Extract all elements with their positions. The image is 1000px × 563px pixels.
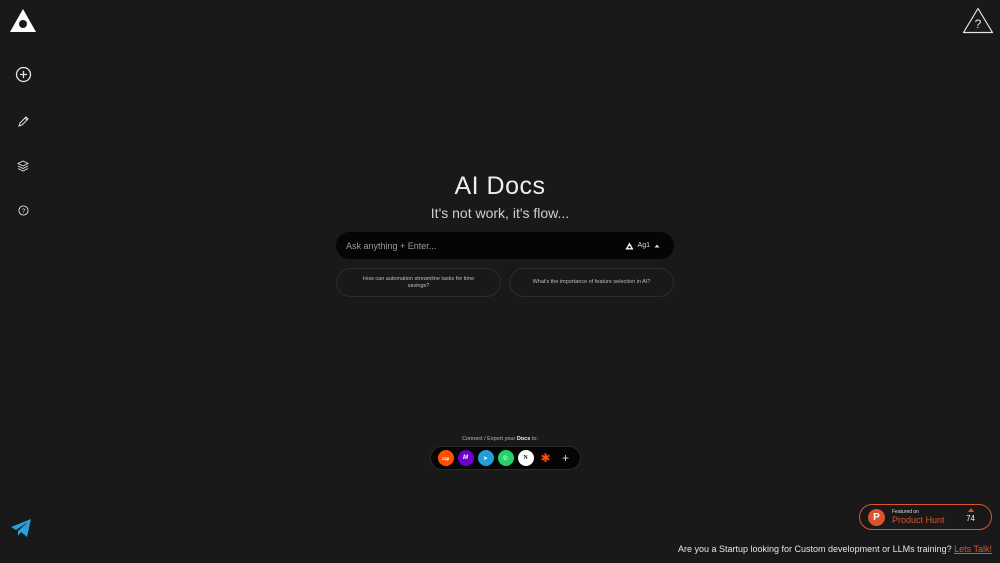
caret-up-icon: [654, 244, 660, 247]
make-glyph: M: [463, 455, 468, 461]
producthunt-badge[interactable]: P Featured on Product Hunt 74: [859, 504, 992, 530]
suggestion-text: What's the importance of feature selecti…: [532, 279, 651, 285]
connect-label: Connect / Export your Docs to:: [0, 436, 1000, 442]
zapier-glyph: zap: [441, 455, 450, 461]
make-icon[interactable]: M: [457, 450, 474, 466]
telegram-glyph: ➤: [482, 455, 489, 462]
footer-text: Are you a Startup looking for Custom dev…: [677, 544, 952, 554]
notion-glyph: N: [523, 455, 528, 461]
telegram-icon[interactable]: ➤: [477, 450, 494, 466]
lets-talk-link[interactable]: Lets Talk!: [954, 544, 992, 554]
layers-icon: [17, 160, 29, 172]
model-label: Ag1: [637, 242, 650, 249]
footer-cta: Are you a Startup looking for Custom dev…: [0, 544, 992, 554]
pencil-icon: [18, 116, 29, 127]
asterisk-glyph: ✱: [540, 451, 551, 465]
plus-circle-icon: [15, 66, 31, 82]
notion-icon[interactable]: N: [517, 450, 534, 466]
connect-label-suffix: to:: [531, 436, 538, 442]
help-triangle-icon: ?: [962, 7, 994, 34]
help-label: ?: [975, 17, 982, 31]
edit-button[interactable]: [13, 112, 33, 132]
whatsapp-glyph: ✆: [502, 455, 509, 462]
model-select[interactable]: Ag1: [625, 242, 664, 250]
connect-label-bold: Docs: [516, 436, 531, 442]
suggestion-chip[interactable]: How can automation streamline tasks for …: [336, 268, 501, 297]
search-bar: Ag1: [336, 232, 674, 259]
suggestion-chip[interactable]: What's the importance of feature selecti…: [509, 268, 674, 297]
page-title: AI Docs: [454, 172, 546, 200]
triangle-logo-icon: [625, 242, 634, 249]
zapier-icon[interactable]: zap: [437, 450, 454, 466]
triangle-logo-icon[interactable]: [9, 8, 37, 33]
page-subtitle: It's not work, it's flow...: [430, 205, 570, 221]
telegram-icon[interactable]: [10, 518, 32, 538]
asterisk-app-icon[interactable]: ✱: [538, 450, 554, 466]
upvote-counter: 74: [966, 508, 975, 523]
upvote-count: 74: [966, 514, 975, 523]
whatsapp-icon[interactable]: ✆: [497, 450, 514, 466]
plus-icon: +: [561, 451, 569, 465]
help-top-button[interactable]: ?: [962, 7, 994, 34]
connect-apps-bar: zap M ➤ ✆ N ✱ +: [430, 446, 581, 470]
producthunt-logo-icon: P: [868, 508, 885, 526]
add-integration-button[interactable]: +: [558, 450, 574, 466]
search-input[interactable]: [346, 240, 625, 251]
producthunt-name: Product Hunt: [892, 515, 945, 525]
upvote-arrow-icon: [967, 508, 974, 512]
connect-label-prefix: Connect / Export your: [462, 436, 516, 442]
suggestion-text: How can automation streamline tasks for …: [362, 275, 475, 289]
new-doc-button[interactable]: [13, 64, 33, 84]
